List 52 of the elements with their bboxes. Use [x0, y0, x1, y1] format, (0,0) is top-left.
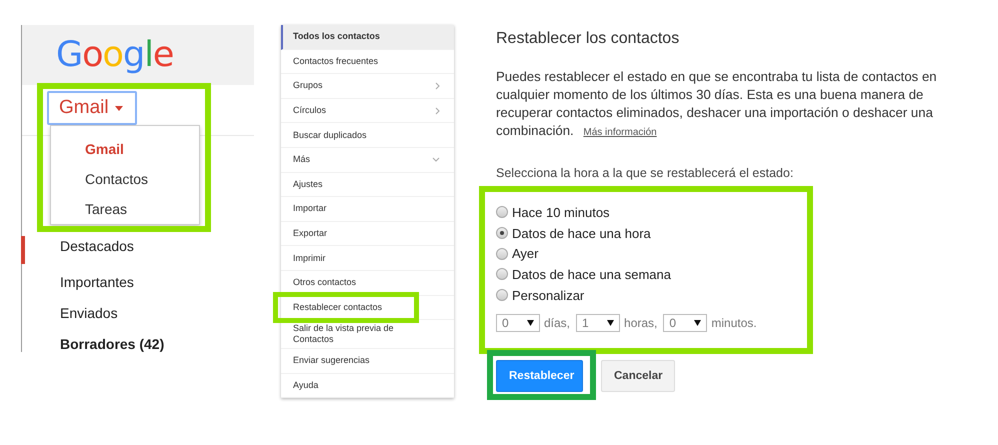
- menu-item[interactable]: Tareas: [51, 194, 199, 224]
- dropdown-arrow-icon: [694, 320, 702, 326]
- app-switcher-button[interactable]: Gmail: [47, 91, 137, 125]
- sidebar-item[interactable]: Enviar sugerencias: [281, 349, 454, 374]
- sidebar-item[interactable]: Círculos: [281, 98, 454, 124]
- menu-item[interactable]: Contactos: [51, 164, 199, 194]
- dropdown-arrow-icon: [607, 320, 614, 326]
- radio-button[interactable]: [496, 206, 508, 218]
- description-text: Puedes restablecer el estado en que se encontraba tu lista de contactos en cualquier momento de los últimos 30 días. Esta es una buena manera de recuperar contactos eliminados, deshacer una importación o deshacer una combinación. Más información: [496, 68, 938, 140]
- sidebar-item[interactable]: Importar: [281, 197, 454, 222]
- radio-option[interactable]: Hace 10 minutos: [496, 202, 796, 223]
- number-dropdown[interactable]: 0: [663, 314, 708, 332]
- number-dropdown[interactable]: 0: [496, 314, 540, 332]
- radio-option[interactable]: Datos de hace una hora: [496, 222, 796, 244]
- radio-option[interactable]: Ayer: [496, 243, 796, 264]
- chevron-right-icon: [435, 106, 440, 115]
- caret-icon: [114, 106, 123, 110]
- sidebar-item[interactable]: Ayuda: [281, 374, 454, 398]
- dropdown-arrow-icon: [527, 320, 534, 326]
- chevron-right-icon: [435, 82, 440, 90]
- number-dropdown[interactable]: 1: [576, 314, 620, 332]
- nav-item[interactable]: Importantes: [21, 267, 254, 298]
- cancel-button[interactable]: Cancelar: [601, 360, 675, 392]
- radio-button[interactable]: [496, 248, 508, 260]
- sidebar-item[interactable]: Salir de la vista previa de Contactos: [281, 320, 454, 350]
- sidebar-item[interactable]: Otros contactos: [281, 270, 454, 296]
- more-info-link[interactable]: Más información: [583, 127, 657, 138]
- menu-item[interactable]: Gmail: [51, 134, 199, 164]
- radio-button[interactable]: [496, 268, 508, 280]
- unit-label: minutos.: [711, 316, 757, 330]
- radio-button[interactable]: [496, 227, 508, 240]
- nav-item[interactable]: Borradores (42): [21, 329, 254, 360]
- sidebar-item[interactable]: Buscar duplicados: [281, 123, 454, 148]
- radio-option[interactable]: Datos de hace una semana: [496, 264, 796, 285]
- prompt-text: Selecciona la hora a la que se restablecerá el estado:: [496, 166, 794, 180]
- sidebar-item[interactable]: Todos los contactos: [281, 25, 454, 50]
- sidebar-item[interactable]: Imprimir: [281, 246, 454, 271]
- dialog-title: Restablecer los contactos: [496, 30, 680, 48]
- radio-button[interactable]: [496, 289, 508, 302]
- google-logo: Google: [56, 35, 174, 75]
- sidebar-item[interactable]: Ajustes: [281, 172, 454, 198]
- unit-label: días,: [544, 316, 570, 330]
- sidebar-item[interactable]: Más: [281, 148, 454, 173]
- sidebar-item[interactable]: Exportar: [281, 222, 454, 246]
- nav-item[interactable]: Destacados: [21, 236, 254, 264]
- radio-option[interactable]: Personalizar: [496, 284, 796, 306]
- chevron-down-icon: [432, 157, 440, 162]
- sidebar-item[interactable]: Grupos: [281, 74, 454, 99]
- nav-item[interactable]: Enviados: [21, 298, 254, 329]
- unit-label: horas,: [624, 316, 658, 330]
- sidebar-item[interactable]: Contactos frecuentes: [281, 50, 454, 74]
- sidebar-item[interactable]: Restablecer contactos: [281, 296, 454, 320]
